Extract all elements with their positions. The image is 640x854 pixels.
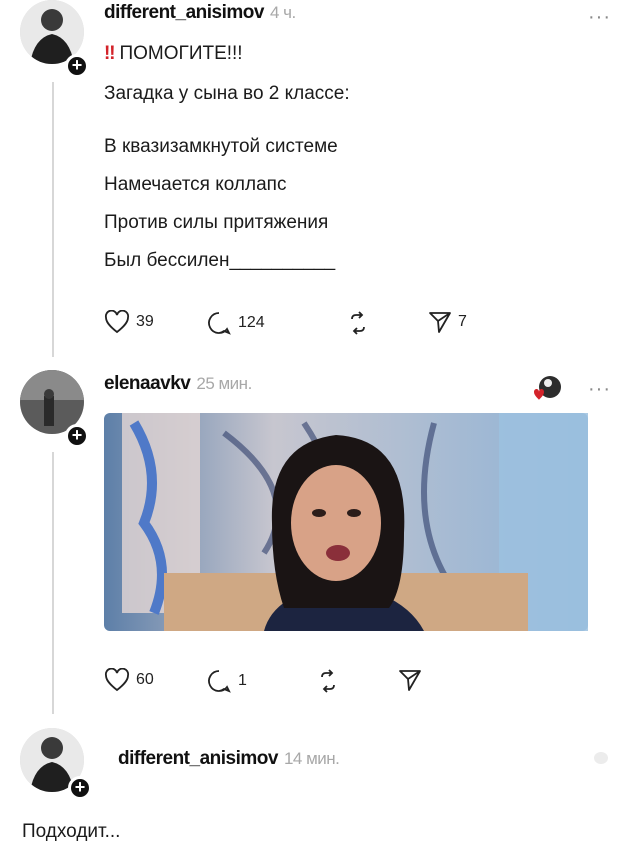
comment-icon: [208, 670, 231, 693]
follow-plus-icon[interactable]: +: [65, 54, 89, 78]
repost-icon: [321, 669, 335, 693]
post-username[interactable]: different_anisimov 4 ч.: [104, 2, 296, 24]
like-count: 60: [136, 671, 154, 688]
share-button[interactable]: [398, 668, 422, 692]
comment-count: 124: [238, 314, 265, 331]
post-headline: ‼ ПОМОГИТЕ!!!: [104, 43, 243, 64]
heart-icon: [105, 310, 129, 334]
riddle-line: В квазизамкнутой системе: [104, 136, 338, 157]
post-username[interactable]: different_anisimov 14 мин.: [118, 748, 340, 770]
riddle-line: Был бессилен__________: [104, 250, 336, 271]
post-username[interactable]: elenaavkv 25 мин.: [104, 373, 252, 395]
repost-button[interactable]: [345, 310, 371, 336]
repost-icon: [351, 311, 365, 335]
post-timestamp: 25 мин.: [196, 374, 252, 393]
post-timestamp: 4 ч.: [269, 3, 296, 22]
share-icon: [399, 670, 421, 691]
like-button[interactable]: 60: [104, 668, 154, 692]
post-intro: Загадка у сына во 2 классе:: [104, 83, 350, 104]
like-count: 39: [136, 313, 154, 330]
repost-button[interactable]: [315, 668, 341, 694]
double-exclamation-icon: ‼: [104, 43, 116, 64]
follow-plus-icon[interactable]: +: [68, 776, 92, 800]
like-button[interactable]: 39: [104, 310, 154, 334]
riddle-line: Намечается коллапс: [104, 174, 287, 195]
more-options-icon[interactable]: ···: [588, 378, 611, 401]
follow-plus-icon[interactable]: +: [65, 424, 89, 448]
more-options-icon[interactable]: ···: [588, 6, 611, 29]
share-icon: [429, 312, 451, 333]
comment-icon: [208, 312, 231, 335]
emoji-sticker-icon: [534, 376, 561, 400]
thread-line: [52, 82, 54, 357]
heart-icon: [105, 668, 129, 692]
share-count: 7: [458, 313, 467, 330]
share-button[interactable]: 7: [428, 310, 467, 334]
riddle-line: Против силы притяжения: [104, 212, 329, 233]
comment-button[interactable]: 1: [206, 668, 247, 694]
thread-line: [52, 452, 54, 714]
comment-button[interactable]: 124: [206, 310, 265, 336]
post-timestamp: 14 мин.: [283, 749, 340, 768]
post-text: Подходит...: [22, 821, 121, 842]
comment-count: 1: [238, 672, 247, 689]
post-image[interactable]: [104, 413, 588, 631]
faded-sticker: [594, 752, 608, 764]
